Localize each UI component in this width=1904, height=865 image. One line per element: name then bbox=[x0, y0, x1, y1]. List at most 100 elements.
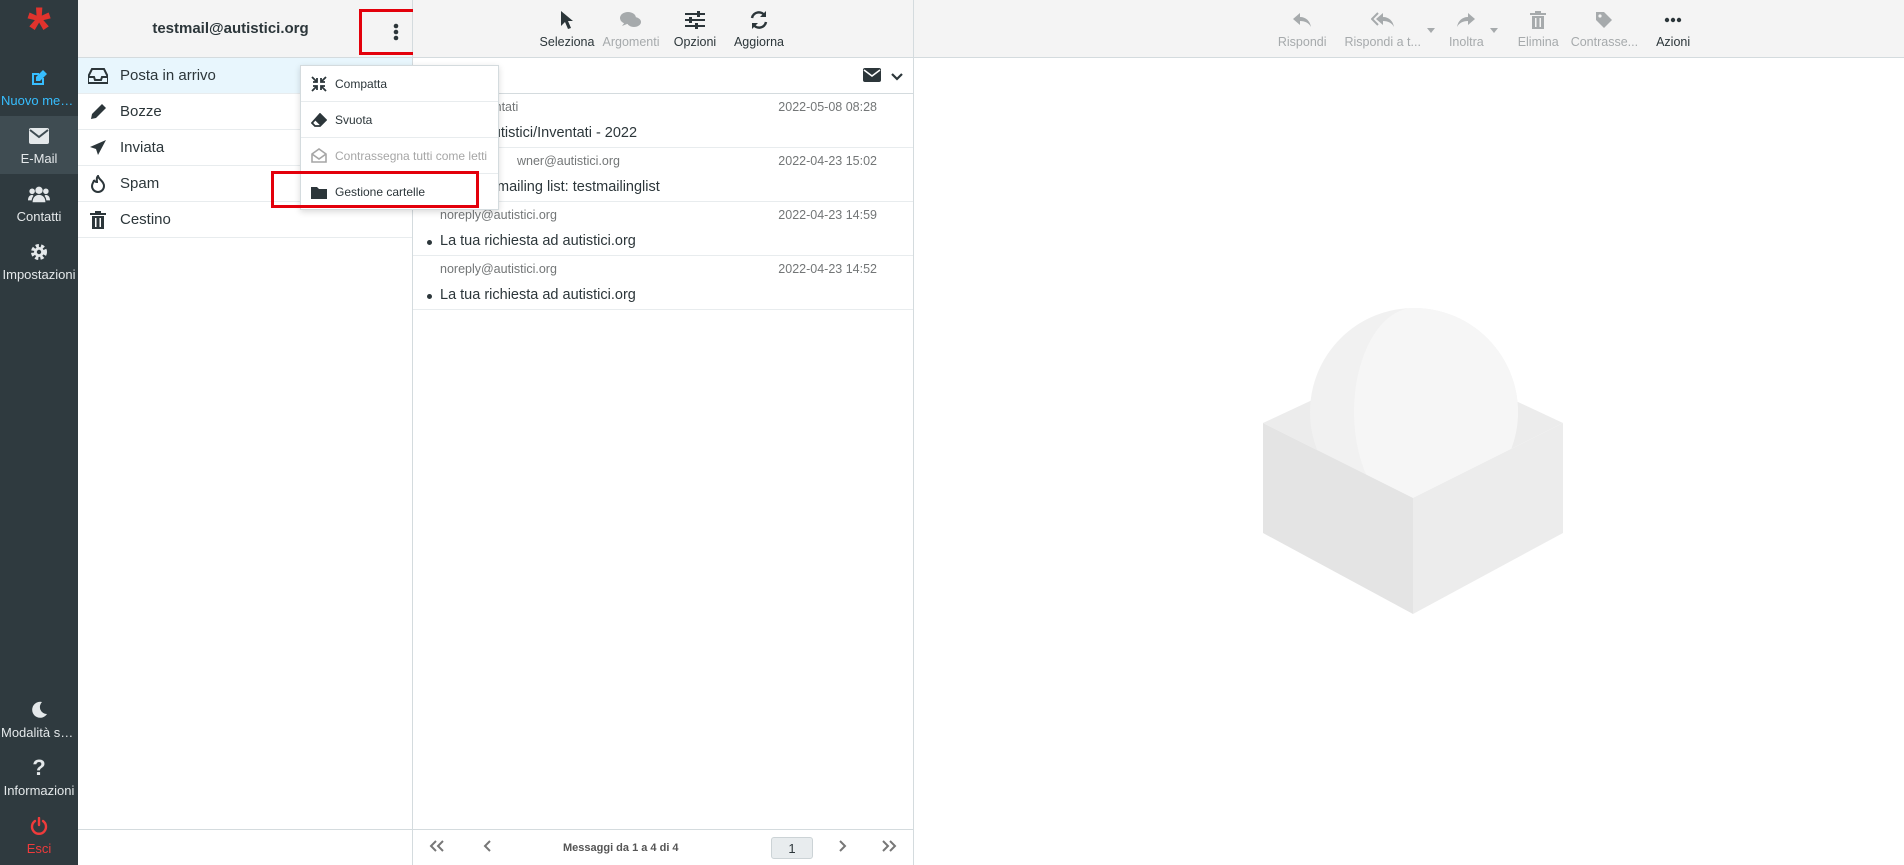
envelope-open-icon bbox=[311, 148, 327, 164]
forward-button[interactable]: Inoltra bbox=[1443, 4, 1498, 54]
message-subject: mailing list: testmailinglist bbox=[497, 179, 660, 195]
message-date: 2022-04-23 14:52 bbox=[778, 262, 877, 276]
message-date: 2022-04-23 14:59 bbox=[778, 208, 877, 222]
vertical-dots-icon bbox=[393, 23, 399, 41]
previous-page-icon[interactable] bbox=[483, 840, 493, 855]
empty-label: Svuota bbox=[335, 112, 373, 127]
about-label: Informazioni bbox=[3, 782, 75, 798]
envelope-icon bbox=[28, 125, 50, 147]
refresh-icon bbox=[749, 9, 769, 31]
refresh-button[interactable]: Aggiorna bbox=[730, 4, 788, 54]
mark-all-read-menu-item[interactable]: Contrassegna tutti come letti bbox=[301, 138, 498, 174]
delete-button[interactable]: Elimina bbox=[1512, 4, 1565, 54]
folder-label: Inviata bbox=[120, 139, 165, 156]
pencil-icon bbox=[88, 102, 108, 122]
mark-label: Contrasse... bbox=[1570, 34, 1639, 49]
page-number-input[interactable]: 1 bbox=[771, 837, 813, 859]
reply-icon bbox=[1292, 9, 1312, 31]
forward-dropdown-icon[interactable] bbox=[1489, 27, 1498, 33]
message-sender: noreply@autistici.org bbox=[440, 262, 557, 276]
first-page-icon[interactable] bbox=[429, 840, 445, 855]
comments-icon bbox=[620, 9, 642, 31]
about-button[interactable]: ? Informazioni bbox=[0, 748, 78, 806]
mail-nav-label: E-Mail bbox=[20, 150, 58, 166]
reply-all-button[interactable]: Rispondi a t... bbox=[1339, 4, 1435, 54]
message-row[interactable]: noreply@autistici.org 2022-04-23 14:52 L… bbox=[413, 256, 913, 310]
compose-label: Nuovo mes... bbox=[1, 92, 77, 108]
compress-icon bbox=[311, 75, 327, 92]
folder-label: Bozze bbox=[120, 103, 162, 120]
next-page-icon[interactable] bbox=[837, 840, 847, 855]
message-subject: La tua richiesta ad autistici.org bbox=[440, 287, 636, 303]
message-count: Messaggi da 1 a 4 di 4 bbox=[563, 842, 679, 854]
empty-menu-item[interactable]: Svuota bbox=[301, 102, 498, 138]
logout-button[interactable]: Esci bbox=[0, 806, 78, 864]
select-label: Seleziona bbox=[539, 34, 595, 49]
reply-label: Rispondi bbox=[1277, 34, 1327, 49]
envelope-icon[interactable] bbox=[863, 68, 881, 87]
folder-label: Spam bbox=[120, 175, 160, 192]
cursor-icon bbox=[560, 9, 574, 31]
compact-label: Compatta bbox=[335, 76, 388, 91]
options-label: Opzioni bbox=[673, 34, 717, 49]
message-subject: La tua richiesta ad autistici.org bbox=[440, 233, 636, 249]
folder-label: Cestino bbox=[120, 211, 171, 228]
power-icon bbox=[28, 815, 50, 837]
chevron-down-icon[interactable] bbox=[891, 69, 903, 87]
pagination-bar: Messaggi da 1 a 4 di 4 1 bbox=[413, 829, 914, 865]
manage-folders-menu-item[interactable]: Gestione cartelle bbox=[301, 174, 498, 210]
preview-pane: Rispondi Rispondi a t... Inoltra Elimina bbox=[914, 0, 1904, 865]
question-icon: ? bbox=[32, 754, 46, 780]
reply-button[interactable]: Rispondi bbox=[1272, 4, 1333, 54]
reply-all-icon bbox=[1370, 9, 1395, 31]
sliders-icon bbox=[685, 9, 705, 31]
folder-pane-footer bbox=[78, 829, 413, 865]
settings-nav-button[interactable]: Impostazioni bbox=[0, 232, 78, 290]
forward-label: Inoltra bbox=[1448, 34, 1484, 49]
unread-dot bbox=[427, 240, 432, 245]
empty-mailbox-illustration bbox=[1263, 308, 1563, 614]
message-date: 2022-05-08 08:28 bbox=[778, 100, 877, 114]
actions-button[interactable]: Azioni bbox=[1650, 4, 1696, 54]
compose-button[interactable]: Nuovo mes... bbox=[0, 58, 78, 116]
message-date: 2022-04-23 15:02 bbox=[778, 154, 877, 168]
select-button[interactable]: Seleziona bbox=[538, 4, 596, 54]
unread-dot bbox=[427, 294, 432, 299]
options-button[interactable]: Opzioni bbox=[666, 4, 724, 54]
moon-icon bbox=[28, 699, 50, 721]
message-list-toolbar: Seleziona Argomenti Opzioni Aggiorna bbox=[413, 0, 913, 58]
actions-label: Azioni bbox=[1656, 34, 1691, 49]
mark-all-read-label: Contrassegna tutti come letti bbox=[335, 148, 488, 163]
tag-icon bbox=[1595, 9, 1613, 31]
main-navigation-rail: * Nuovo mes... E-Mail Contatti Impostazi… bbox=[0, 0, 78, 865]
reply-all-label: Rispondi a t... bbox=[1344, 34, 1421, 49]
mail-nav-button[interactable]: E-Mail bbox=[0, 116, 78, 174]
manage-folders-label: Gestione cartelle bbox=[335, 185, 426, 199]
settings-nav-label: Impostazioni bbox=[2, 266, 76, 282]
gear-icon bbox=[28, 241, 50, 263]
trash-icon bbox=[1530, 9, 1547, 31]
message-sender: noreply@autistici.org bbox=[440, 208, 557, 222]
dark-mode-label: Modalità sc... bbox=[1, 724, 77, 740]
message-sender: wner@autistici.org bbox=[517, 154, 621, 168]
folder-label: Posta in arrivo bbox=[120, 67, 216, 84]
compact-menu-item[interactable]: Compatta bbox=[301, 66, 498, 102]
trash-icon bbox=[88, 210, 108, 230]
contacts-nav-label: Contatti bbox=[16, 208, 62, 224]
more-dots-icon bbox=[1664, 9, 1682, 31]
mark-button[interactable]: Contrasse... bbox=[1565, 4, 1644, 54]
dark-mode-button[interactable]: Modalità sc... bbox=[0, 690, 78, 748]
threads-button[interactable]: Argomenti bbox=[602, 4, 660, 54]
folder-actions-menu: Compatta Svuota Contrassegna tutti come … bbox=[300, 65, 499, 210]
fire-icon bbox=[88, 174, 108, 194]
folder-icon bbox=[311, 184, 327, 200]
last-page-icon[interactable] bbox=[881, 840, 897, 855]
reply-all-dropdown-icon[interactable] bbox=[1426, 27, 1435, 33]
folder-pane-header: testmail@autistici.org bbox=[78, 0, 433, 58]
message-row[interactable]: noreply@autistici.org 2022-04-23 14:59 L… bbox=[413, 202, 913, 256]
contacts-nav-button[interactable]: Contatti bbox=[0, 174, 78, 232]
eraser-icon bbox=[311, 112, 327, 128]
threads-label: Argomenti bbox=[602, 34, 660, 49]
logo-icon: * bbox=[27, 0, 51, 62]
refresh-label: Aggiorna bbox=[733, 34, 785, 49]
